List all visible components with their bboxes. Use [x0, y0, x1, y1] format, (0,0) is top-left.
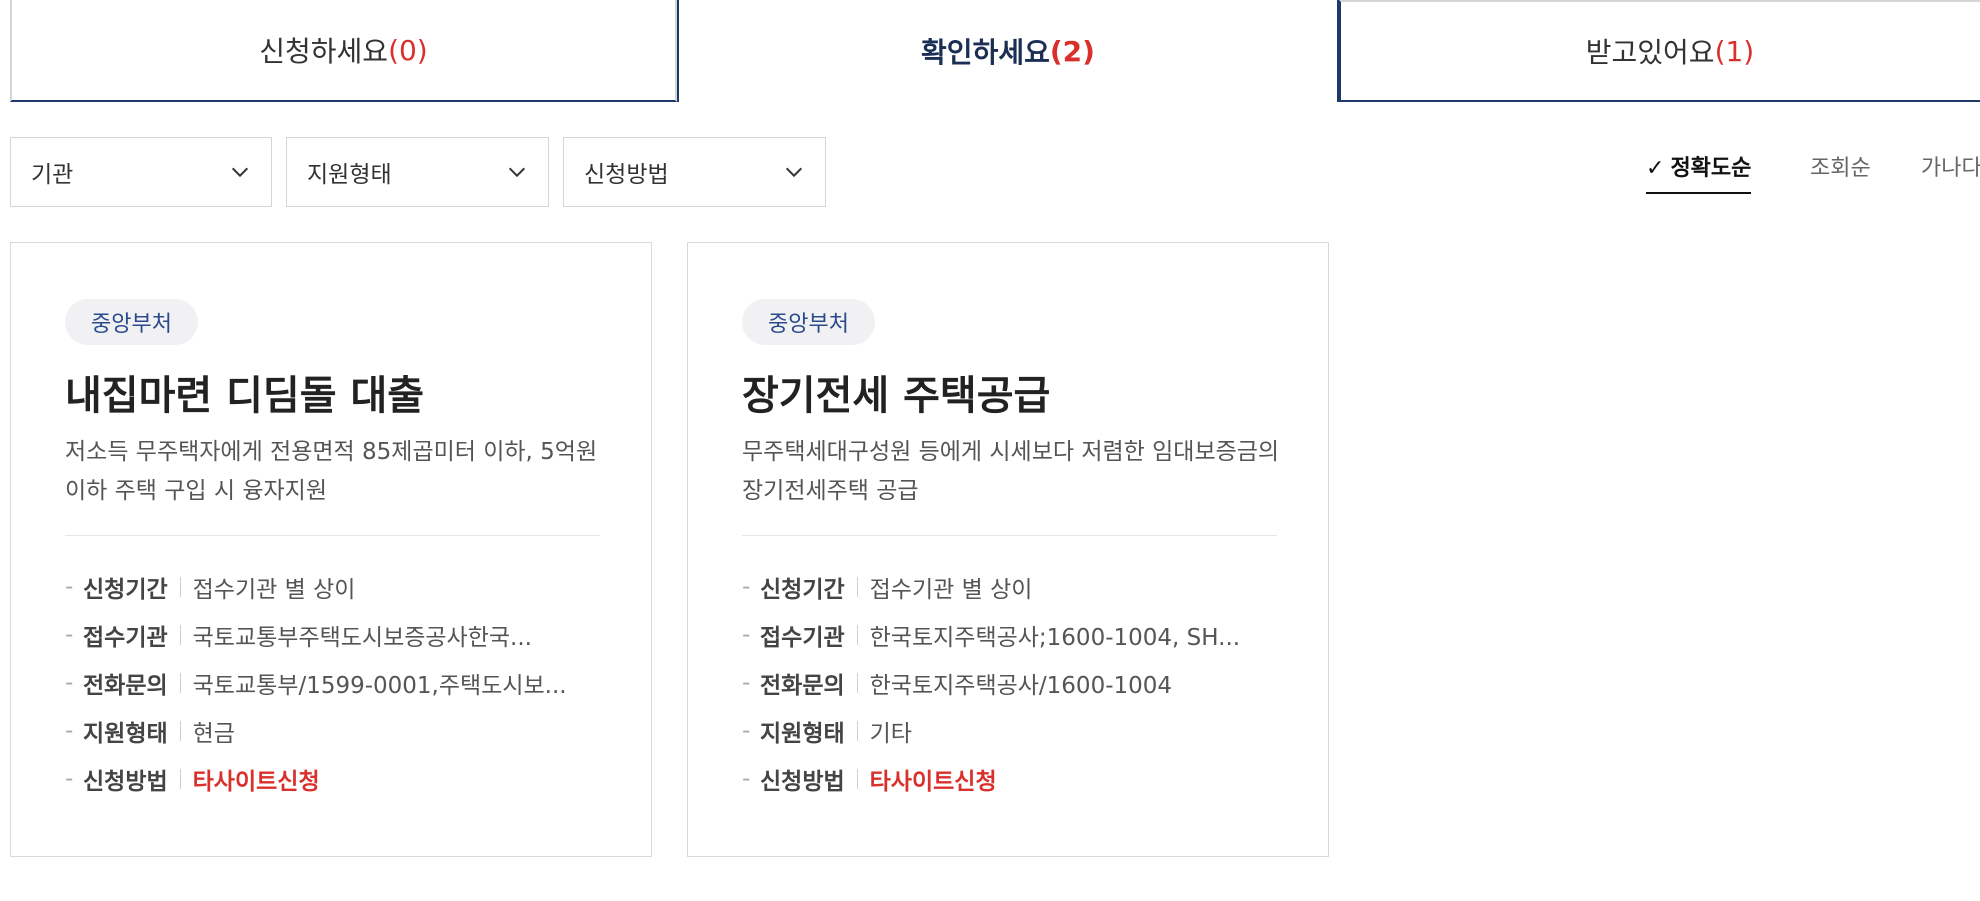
- sort-views-label: 조회순: [1810, 156, 1871, 181]
- sort-accuracy[interactable]: ✓ 정확도순: [1646, 150, 1752, 194]
- info-divider: [179, 769, 181, 789]
- info-value: 현금: [192, 721, 235, 747]
- dash-marker: -: [65, 766, 74, 792]
- info-divider: [179, 673, 181, 693]
- info-divider: [179, 721, 181, 741]
- info-value: 국토교통부/1599-0001,주택도시보...: [192, 673, 567, 699]
- card-divider: [65, 535, 600, 536]
- info-label: 접수기관: [83, 625, 168, 651]
- filter-agency-select[interactable]: 기관: [10, 137, 272, 207]
- tab-bar: 신청하세요 (0) 확인하세요 (2) 받고있어요 (1): [0, 0, 1980, 102]
- info-divider: [179, 577, 181, 597]
- info-row-support-type: - 지원형태 기타: [742, 707, 1282, 755]
- info-divider: [856, 625, 858, 645]
- info-row-apply-method: - 신청방법 타사이트신청: [65, 755, 605, 803]
- info-row-agency: - 접수기관 한국토지주택공사;1600-1004, SH...: [742, 611, 1282, 659]
- info-row-apply-method: - 신청방법 타사이트신청: [742, 755, 1282, 803]
- info-label: 접수기관: [760, 625, 845, 651]
- service-card[interactable]: 중앙부처 장기전세 주택공급 무주택세대구성원 등에게 시세보다 저렴한 임대보…: [687, 242, 1329, 857]
- category-badge: 중앙부처: [742, 299, 875, 345]
- chevron-down-icon: [785, 167, 803, 178]
- info-value: 한국토지주택공사/1600-1004: [869, 673, 1173, 699]
- dash-marker: -: [65, 670, 74, 696]
- card-description: 저소득 무주택자에게 전용면적 85제곱미터 이하, 5억원 이하 주택 구입 …: [65, 439, 598, 504]
- sort-alphabetical-label: 가나다: [1921, 156, 1980, 181]
- tab-check[interactable]: 확인하세요 (2): [677, 0, 1339, 102]
- tab-check-count: (2): [1049, 34, 1095, 68]
- info-label: 전화문의: [760, 673, 845, 699]
- category-badge: 중앙부처: [65, 299, 198, 345]
- filter-support-type-label: 지원형태: [307, 162, 392, 188]
- info-label: 지원형태: [83, 721, 168, 747]
- dash-marker: -: [742, 622, 751, 648]
- info-value-apply-method: 타사이트신청: [192, 769, 320, 795]
- service-card[interactable]: 중앙부처 내집마련 디딤돌 대출 저소득 무주택자에게 전용면적 85제곱미터 …: [10, 242, 652, 857]
- dash-marker: -: [65, 718, 74, 744]
- tab-receiving-count: (1): [1714, 34, 1755, 68]
- card-divider: [742, 535, 1277, 536]
- info-row-agency: - 접수기관 국토교통부주택도시보증공사한국...: [65, 611, 605, 659]
- dash-marker: -: [742, 718, 751, 744]
- tab-apply-count: (0): [388, 33, 428, 67]
- card-title: 장기전세 주택공급: [742, 373, 1051, 419]
- tab-apply[interactable]: 신청하세요 (0): [10, 0, 677, 102]
- info-label: 신청방법: [83, 769, 168, 795]
- info-divider: [179, 625, 181, 645]
- info-divider: [856, 577, 858, 597]
- tab-check-label: 확인하세요: [921, 36, 1050, 69]
- chevron-down-icon: [231, 167, 249, 178]
- info-value: 한국토지주택공사;1600-1004, SH...: [869, 625, 1241, 651]
- info-label: 지원형태: [760, 721, 845, 747]
- filter-apply-method-select[interactable]: 신청방법: [563, 137, 826, 207]
- dash-marker: -: [65, 622, 74, 648]
- info-row-period: - 신청기간 접수기관 별 상이: [65, 563, 605, 611]
- card-description: 무주택세대구성원 등에게 시세보다 저렴한 임대보증금의 장기전세주택 공급: [742, 439, 1280, 504]
- info-row-phone: - 전화문의 한국토지주택공사/1600-1004: [742, 659, 1282, 707]
- check-icon: ✓: [1646, 156, 1665, 181]
- tab-receiving[interactable]: 받고있어요 (1): [1339, 0, 1980, 102]
- tab-apply-label: 신청하세요: [259, 35, 389, 68]
- info-label: 신청방법: [760, 769, 845, 795]
- sort-views[interactable]: 조회순: [1810, 150, 1871, 194]
- info-value: 접수기관 별 상이: [192, 577, 356, 603]
- dash-marker: -: [742, 670, 751, 696]
- chevron-down-icon: [508, 167, 526, 178]
- info-row-phone: - 전화문의 국토교통부/1599-0001,주택도시보...: [65, 659, 605, 707]
- info-divider: [856, 673, 858, 693]
- tab-receiving-label: 받고있어요: [1585, 36, 1715, 69]
- filter-agency-label: 기관: [31, 162, 74, 188]
- info-label: 신청기간: [83, 577, 168, 603]
- dash-marker: -: [742, 574, 751, 600]
- dash-marker: -: [742, 766, 751, 792]
- info-label: 신청기간: [760, 577, 845, 603]
- info-label: 전화문의: [83, 673, 168, 699]
- info-value: 기타: [869, 721, 912, 747]
- info-value-apply-method: 타사이트신청: [869, 769, 997, 795]
- info-row-period: - 신청기간 접수기관 별 상이: [742, 563, 1282, 611]
- card-title: 내집마련 디딤돌 대출: [65, 373, 425, 419]
- info-row-support-type: - 지원형태 현금: [65, 707, 605, 755]
- sort-accuracy-label: 정확도순: [1670, 156, 1752, 181]
- card-info-list: - 신청기간 접수기관 별 상이 - 접수기관 국토교통부주택도시보증공사한국.…: [65, 563, 605, 803]
- info-divider: [856, 721, 858, 741]
- dash-marker: -: [65, 574, 74, 600]
- filter-apply-method-label: 신청방법: [584, 162, 669, 188]
- sort-alphabetical[interactable]: 가나다: [1921, 150, 1980, 194]
- info-divider: [856, 769, 858, 789]
- info-value: 국토교통부주택도시보증공사한국...: [192, 625, 532, 651]
- info-value: 접수기관 별 상이: [869, 577, 1033, 603]
- filter-support-type-select[interactable]: 지원형태: [286, 137, 549, 207]
- card-info-list: - 신청기간 접수기관 별 상이 - 접수기관 한국토지주택공사;1600-10…: [742, 563, 1282, 803]
